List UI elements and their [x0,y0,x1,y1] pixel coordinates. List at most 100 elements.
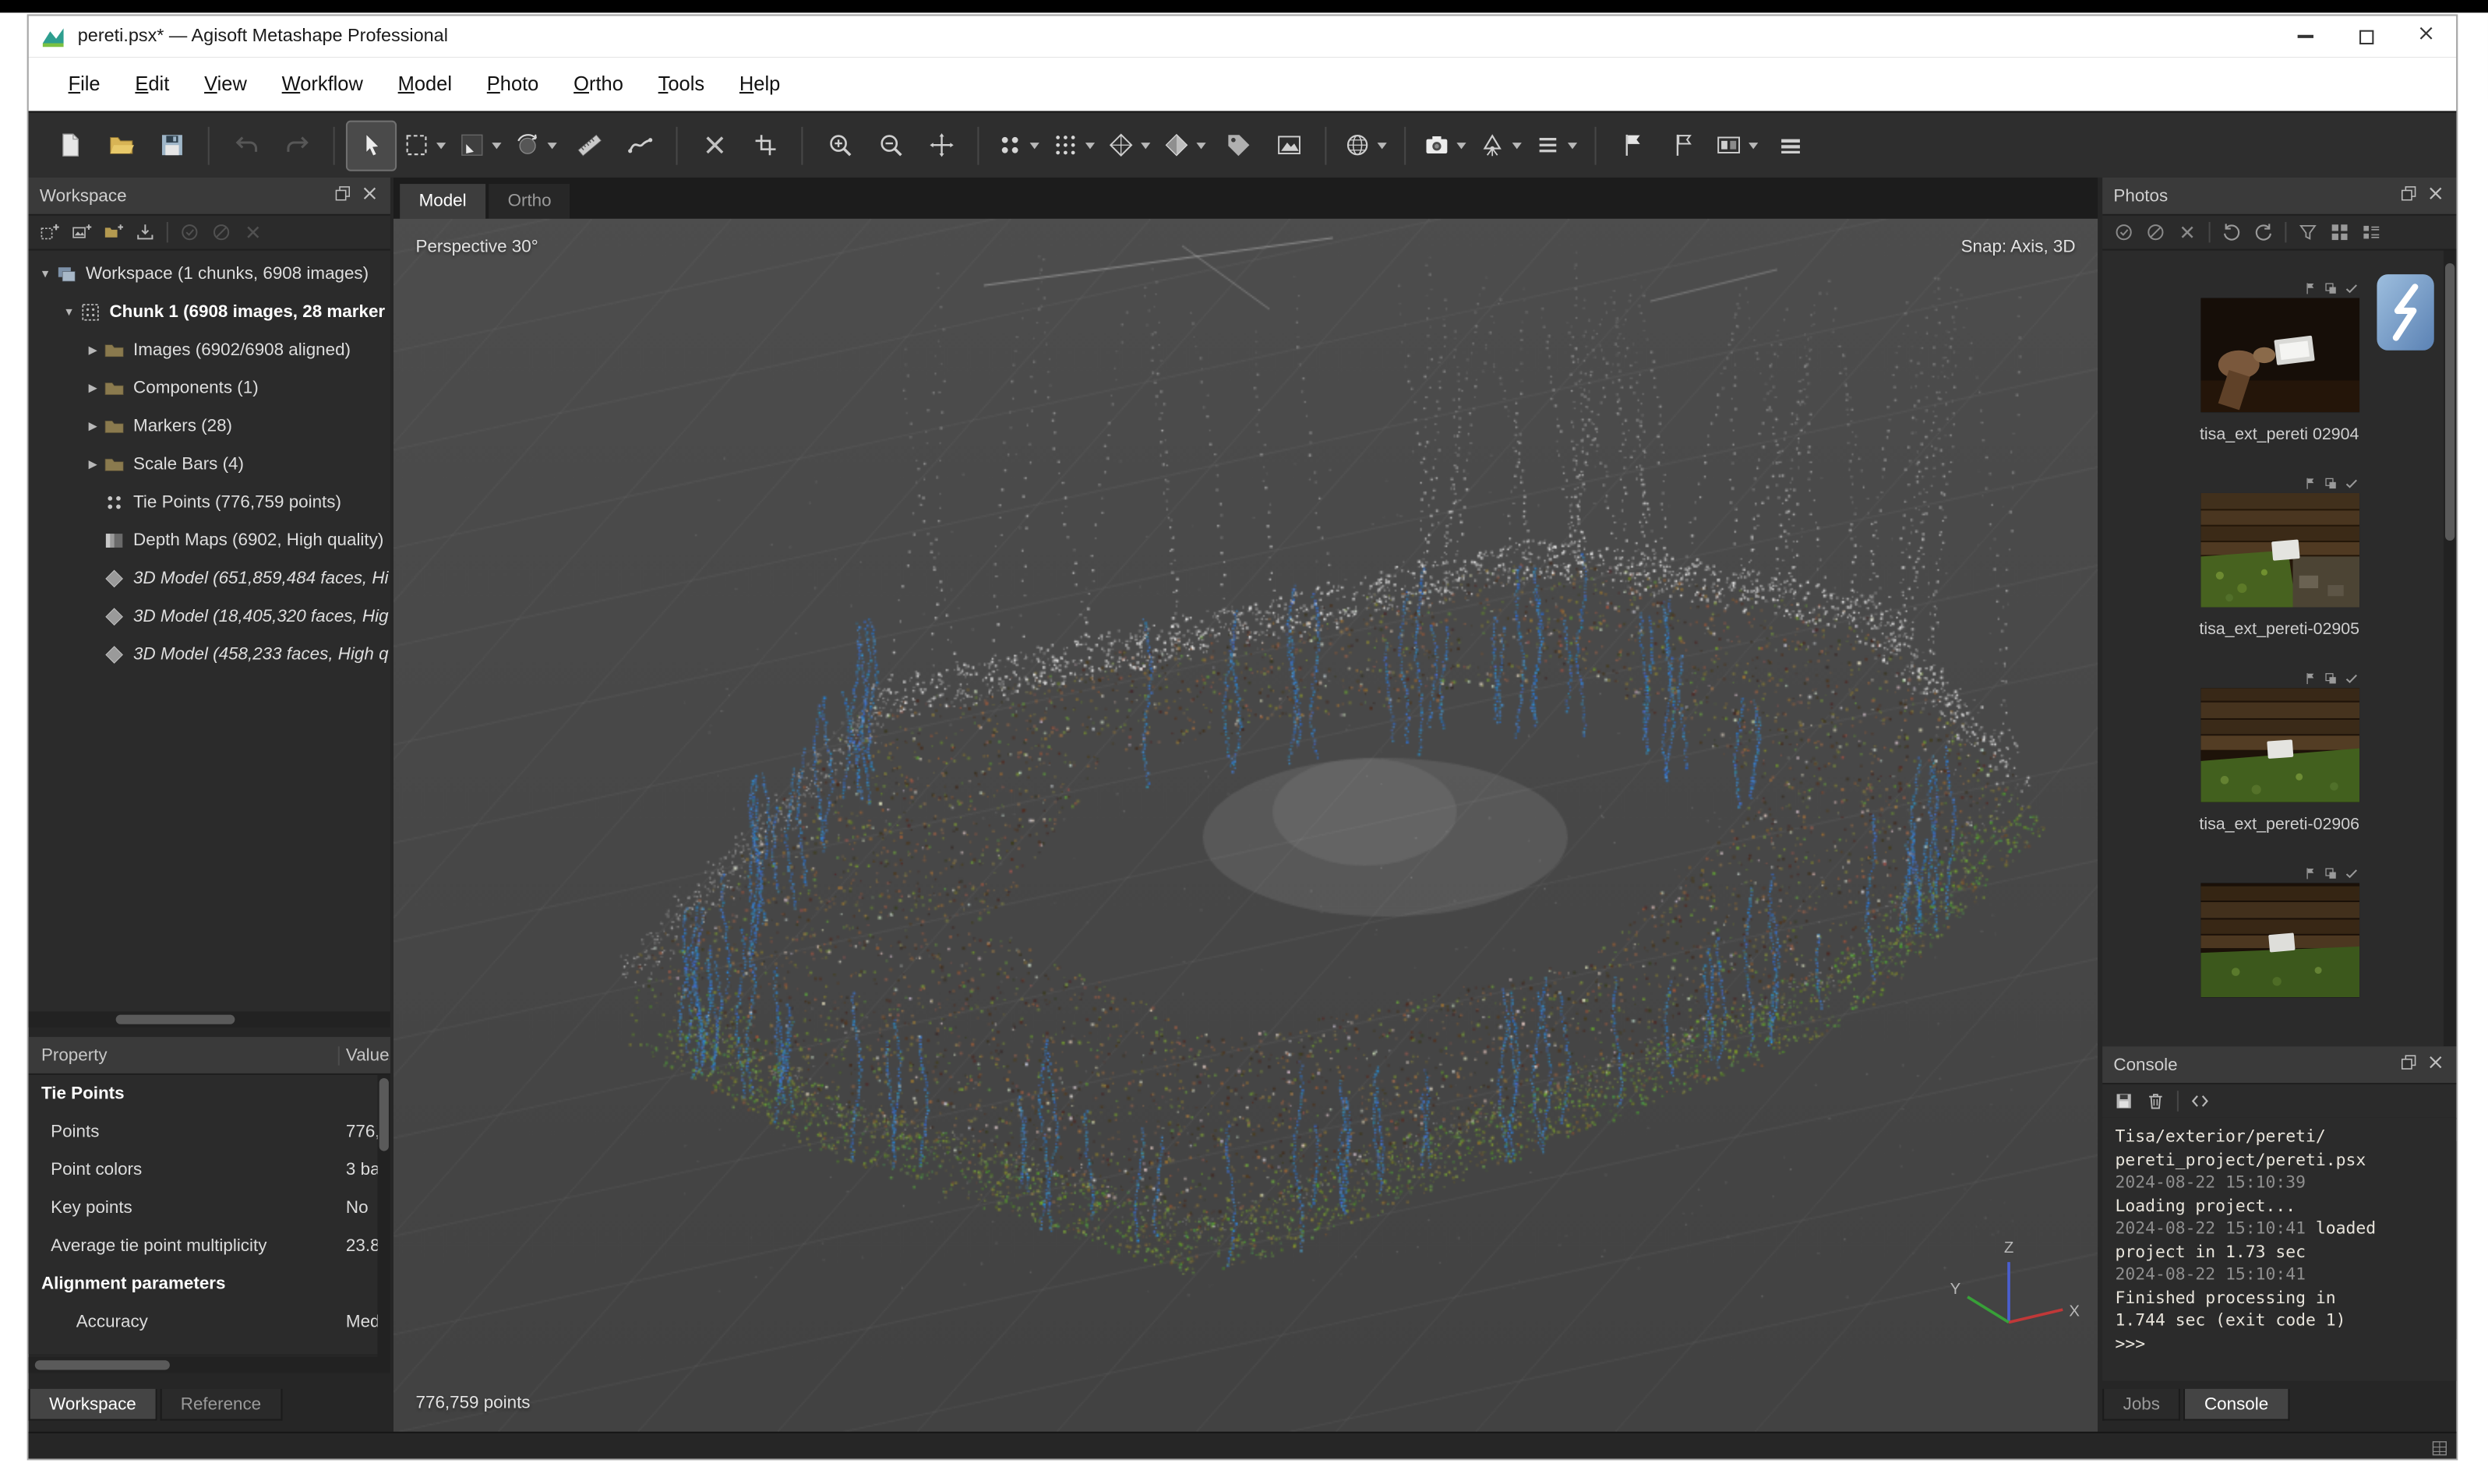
stereo-view-button[interactable] [1710,122,1763,169]
disable-circle-button[interactable] [211,222,231,242]
maximize-button[interactable] [2336,16,2396,57]
dropdown-arrow-icon[interactable] [436,142,446,148]
minimize-button[interactable] [2275,16,2335,57]
open-folder-button[interactable] [97,122,144,169]
menu-edit[interactable]: Edit [118,73,187,95]
orthomosaic-button[interactable] [1339,122,1392,169]
close-panel-icon[interactable] [360,184,379,208]
flag-outline-button[interactable] [1660,122,1707,169]
tree-item-2[interactable]: ▶Images (6902/6908 aligned) [29,331,390,369]
save-button[interactable] [147,122,195,169]
tab-workspace[interactable]: Workspace [29,1389,157,1421]
tree-item-1[interactable]: ▼Chunk 1 (6908 images, 28 marker [29,294,390,332]
add-folder-button[interactable] [103,222,123,242]
resize-region-button[interactable] [741,122,789,169]
detail-view-button[interactable] [2361,222,2381,242]
photo-item-2[interactable]: tisa_ext_pereti-02906 [2102,669,2456,836]
rotate-ccw-button[interactable] [2222,222,2242,242]
menu-help[interactable]: Help [722,73,798,95]
script-console-button[interactable] [2190,1091,2210,1111]
dropdown-arrow-icon[interactable] [1196,142,1205,148]
properties-vscroll-thumb[interactable] [379,1078,389,1151]
tree-item-9[interactable]: 3D Model (18,405,320 faces, Hig [29,597,390,636]
save-log-button[interactable] [2113,1091,2133,1111]
tree-expander-icon[interactable]: ▶ [83,382,103,394]
close-button[interactable] [2396,16,2456,57]
layers-button[interactable] [1766,122,1813,169]
photo-item-3[interactable] [2102,864,2456,997]
tree-hscroll-thumb[interactable] [116,1015,235,1024]
property-row[interactable]: Tie Points [29,1075,378,1113]
remove-x-button[interactable] [2177,222,2197,242]
redo-button[interactable] [273,122,320,169]
disable-circle-button[interactable] [2145,222,2165,242]
close-panel-icon[interactable] [2426,184,2445,208]
dropdown-arrow-icon[interactable] [1512,142,1522,148]
thumbnail-view-button[interactable] [2329,222,2349,242]
model-viewport[interactable]: Perspective 30° Snap: Axis, 3D 776,759 p… [393,219,2098,1432]
tree-expander-icon[interactable]: ▶ [83,420,103,432]
close-panel-icon[interactable] [2426,1052,2445,1077]
photo-item-1[interactable]: tisa_ext_pereti-02905 [2102,474,2456,641]
properties-hscroll-thumb[interactable] [35,1360,170,1369]
zoom-out-button[interactable] [866,122,914,169]
photo-thumbnail[interactable] [2200,493,2359,608]
delete-button[interactable] [690,122,738,169]
resize-grip-icon[interactable] [2431,1436,2448,1465]
clear-log-button[interactable] [2145,1091,2165,1111]
menu-file[interactable]: File [51,73,118,95]
import-button[interactable] [135,222,155,242]
tie-points-button[interactable] [992,122,1044,169]
dropdown-arrow-icon[interactable] [1568,142,1577,148]
ruler-button[interactable] [565,122,612,169]
tree-item-4[interactable]: ▶Markers (28) [29,407,390,446]
tree-expander-icon[interactable]: ▼ [35,269,55,280]
photos-vscrollbar[interactable] [2444,251,2456,1047]
flag-filled-button[interactable] [1609,122,1657,169]
enable-circle-button[interactable] [179,222,199,242]
tiled-model-button[interactable] [1214,122,1262,169]
tab-reference[interactable]: Reference [160,1389,281,1421]
tree-item-7[interactable]: Depth Maps (6902, High quality) [29,522,390,560]
point-cloud-canvas[interactable] [393,219,2098,1432]
tree-expander-icon[interactable]: ▶ [83,344,103,357]
show-images-button[interactable] [1530,122,1582,169]
dropdown-arrow-icon[interactable] [1378,142,1387,148]
property-row[interactable]: Point colors3 ban [29,1151,378,1190]
tree-item-5[interactable]: ▶Scale Bars (4) [29,446,390,484]
properties-vscrollbar[interactable] [378,1075,390,1373]
texture-button[interactable] [1159,122,1211,169]
property-row[interactable]: Alignment parameters [29,1265,378,1303]
add-chunk-button[interactable] [40,222,60,242]
dropdown-arrow-icon[interactable] [1141,142,1150,148]
menu-tools[interactable]: Tools [641,73,722,95]
tree-expander-icon[interactable]: ▼ [58,307,79,318]
menu-view[interactable]: View [187,73,265,95]
photo-thumbnail[interactable] [2200,883,2359,998]
undo-button[interactable] [222,122,270,169]
tree-hscrollbar[interactable] [29,1011,390,1027]
console-output[interactable]: Tisa/exterior/pereti/pereti_project/pere… [2102,1118,2456,1381]
dropdown-arrow-icon[interactable] [1749,142,1758,148]
remove-x-button[interactable] [243,222,263,242]
photo-thumbnail[interactable] [2200,298,2359,413]
mesh-button[interactable] [1103,122,1155,169]
tab-model[interactable]: Model [400,184,485,219]
property-row[interactable]: Points776,7 [29,1113,378,1151]
rect-selection-button[interactable] [398,122,450,169]
show-markers-button[interactable] [1474,122,1526,169]
tree-item-8[interactable]: 3D Model (651,859,484 faces, Hi [29,559,390,597]
rotate-cw-button[interactable] [2253,222,2274,242]
photos-vscroll-thumb[interactable] [2445,263,2454,541]
tree-item-6[interactable]: Tie Points (776,759 points) [29,484,390,522]
dropdown-arrow-icon[interactable] [1456,142,1466,148]
float-panel-icon[interactable] [333,184,352,208]
menu-ortho[interactable]: Ortho [556,73,641,95]
tree-item-3[interactable]: ▶Components (1) [29,369,390,407]
dropdown-arrow-icon[interactable] [1085,142,1095,148]
dropdown-arrow-icon[interactable] [492,142,501,148]
point-cloud-button[interactable] [1047,122,1099,169]
navigation-button[interactable] [453,122,506,169]
tab-console[interactable]: Console [2184,1389,2289,1421]
dem-button[interactable] [1265,122,1312,169]
